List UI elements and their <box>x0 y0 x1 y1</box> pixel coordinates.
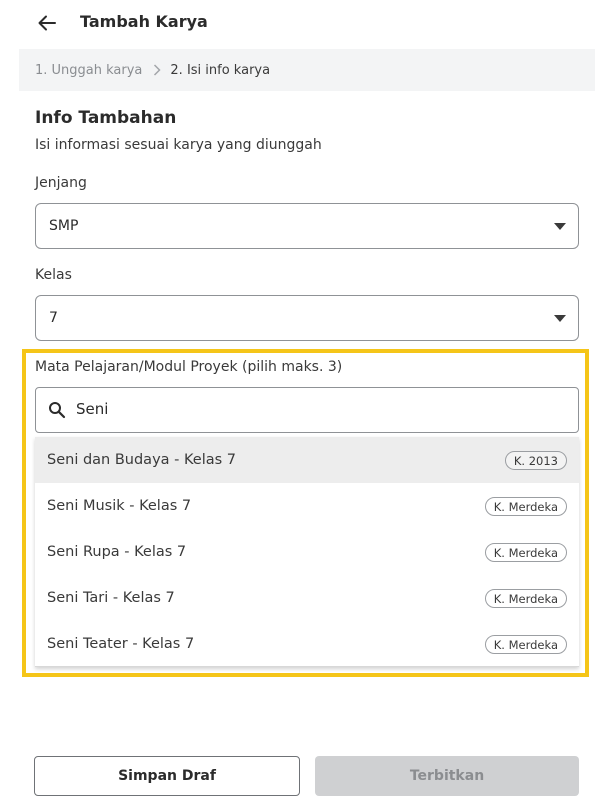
back-button[interactable] <box>34 10 60 36</box>
jenjang-select[interactable]: SMP <box>35 203 579 249</box>
arrow-left-icon <box>38 15 56 31</box>
publish-button[interactable]: Terbitkan <box>315 756 579 796</box>
subject-option-label: Seni Musik - Kelas 7 <box>47 498 192 514</box>
kelas-label: Kelas <box>35 267 72 283</box>
subject-option-label: Seni dan Budaya - Kelas 7 <box>47 452 236 468</box>
search-icon <box>49 402 66 419</box>
kelas-value: 7 <box>49 310 58 326</box>
caret-down-icon <box>554 315 566 322</box>
subject-option[interactable]: Seni Teater - Kelas 7 K. Merdeka <box>35 621 579 667</box>
section-subtitle: Isi informasi sesuai karya yang diunggah <box>35 137 322 153</box>
breadcrumb-step-info: 2. Isi info karya <box>170 62 271 78</box>
curriculum-badge: K. Merdeka <box>484 543 567 562</box>
subject-label: Mata Pelajaran/Modul Proyek (pilih maks.… <box>35 359 343 375</box>
kelas-select[interactable]: 7 <box>35 295 579 341</box>
jenjang-label: Jenjang <box>35 175 87 191</box>
breadcrumb: 1. Unggah karya 2. Isi info karya <box>19 49 595 91</box>
top-bar: Tambah Karya <box>0 0 597 46</box>
jenjang-value: SMP <box>49 218 79 234</box>
chevron-right-icon <box>153 64 161 76</box>
section-title: Info Tambahan <box>35 108 177 128</box>
curriculum-badge: K. Merdeka <box>484 635 567 654</box>
subject-option[interactable]: Seni dan Budaya - Kelas 7 K. 2013 <box>35 437 579 483</box>
subject-option-label: Seni Teater - Kelas 7 <box>47 636 195 652</box>
subject-options-list: Seni dan Budaya - Kelas 7 K. 2013 Seni M… <box>35 437 579 667</box>
page-title: Tambah Karya <box>80 12 208 31</box>
subject-search-field[interactable] <box>35 387 579 433</box>
curriculum-badge: K. Merdeka <box>484 589 567 608</box>
curriculum-badge: K. Merdeka <box>484 497 567 516</box>
save-draft-button[interactable]: Simpan Draf <box>34 756 300 796</box>
curriculum-badge: K. 2013 <box>504 451 567 470</box>
subject-option[interactable]: Seni Musik - Kelas 7 K. Merdeka <box>35 483 579 529</box>
subject-option[interactable]: Seni Tari - Kelas 7 K. Merdeka <box>35 575 579 621</box>
subject-option-label: Seni Rupa - Kelas 7 <box>47 544 187 560</box>
breadcrumb-step-upload[interactable]: 1. Unggah karya <box>35 63 142 78</box>
caret-down-icon <box>554 223 566 230</box>
subject-search-input[interactable] <box>76 400 556 418</box>
subject-option[interactable]: Seni Rupa - Kelas 7 K. Merdeka <box>35 529 579 575</box>
subject-option-label: Seni Tari - Kelas 7 <box>47 590 175 606</box>
